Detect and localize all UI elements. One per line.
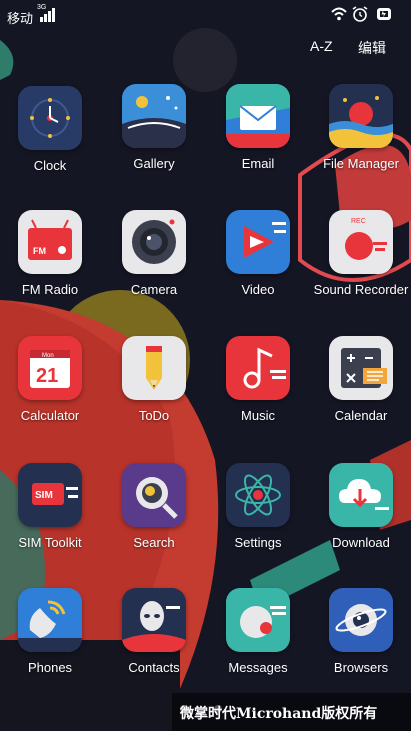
sim-toolkit-icon: SIM	[18, 463, 82, 527]
calendar-icon	[329, 336, 393, 400]
app-label: Messages	[228, 660, 288, 675]
app-sim-toolkit[interactable]: SIM SIM Toolkit	[0, 463, 100, 573]
app-label: Video	[241, 282, 275, 297]
download-icon	[329, 463, 393, 527]
file-manager-icon	[329, 84, 393, 148]
app-clock[interactable]: Clock	[0, 86, 100, 196]
fm-icon-text: FM	[33, 246, 46, 256]
app-label: Contacts	[128, 660, 180, 675]
app-label: Sound Recorder	[313, 282, 409, 297]
app-video[interactable]: Video	[208, 210, 308, 320]
signal-icon: 3G	[37, 4, 55, 22]
app-label: Settings	[234, 535, 282, 550]
app-label: Gallery	[133, 156, 175, 171]
app-file-manager[interactable]: File Manager	[311, 84, 411, 194]
calendar-day-text: 21	[36, 365, 58, 387]
clock-icon	[18, 86, 82, 150]
app-label: Search	[133, 535, 175, 550]
music-icon	[226, 336, 290, 400]
app-calculator[interactable]: Mon 21 Calculator	[0, 336, 100, 446]
app-label: Camera	[130, 282, 178, 297]
settings-icon	[226, 463, 290, 527]
app-label: Music	[241, 408, 275, 423]
app-contacts[interactable]: Contacts	[104, 588, 204, 698]
app-fm-radio[interactable]: FM FM Radio	[0, 210, 100, 320]
app-label: ToDo	[138, 408, 170, 423]
app-camera[interactable]: Camera	[104, 210, 204, 320]
watermark: 微掌时代Microhand版权所有	[172, 693, 411, 731]
gallery-icon	[122, 84, 186, 148]
calendar-month-text: Mon	[42, 353, 54, 359]
network-type: 3G	[37, 4, 47, 11]
app-settings[interactable]: Settings	[208, 463, 308, 573]
app-label: Browsers	[333, 660, 389, 675]
rec-icon-text: REC	[351, 218, 366, 225]
app-messages[interactable]: Messages	[208, 588, 308, 698]
wifi-icon	[331, 7, 347, 21]
todo-icon	[122, 336, 186, 400]
app-sound-recorder[interactable]: REC Sound Recorder	[311, 210, 411, 320]
app-todo[interactable]: ToDo	[104, 336, 204, 446]
fm-radio-icon: FM	[18, 210, 82, 274]
search-icon	[122, 463, 186, 527]
camera-icon	[122, 210, 186, 274]
alarm-icon	[352, 6, 368, 22]
video-icon	[226, 210, 290, 274]
email-icon	[226, 84, 290, 148]
sim-icon-text: SIM	[35, 490, 53, 501]
app-label: Calendar	[334, 408, 388, 423]
app-gallery[interactable]: Gallery	[104, 84, 204, 194]
calculator-icon: Mon 21	[18, 336, 82, 400]
sound-recorder-icon: REC	[329, 210, 393, 274]
status-bar: 移动 3G	[0, 0, 411, 30]
app-music[interactable]: Music	[208, 336, 308, 446]
app-label: Download	[332, 535, 390, 550]
app-search[interactable]: Search	[104, 463, 204, 573]
app-download[interactable]: Download	[311, 463, 411, 573]
app-email[interactable]: Email	[208, 84, 308, 194]
browsers-icon	[329, 588, 393, 652]
edit-button[interactable]: 编辑	[358, 38, 386, 58]
contacts-icon	[122, 588, 186, 652]
sort-az-button[interactable]: A-Z	[310, 38, 333, 54]
battery-icon	[377, 8, 391, 20]
messages-icon	[226, 588, 290, 652]
watermark-text: 微掌时代Microhand版权所有	[180, 706, 378, 722]
app-label: Email	[241, 156, 275, 171]
carrier-name: 移动	[7, 11, 34, 26]
app-phones[interactable]: Phones	[0, 588, 100, 698]
app-label: File Manager	[323, 156, 399, 171]
app-calendar[interactable]: Calendar	[311, 336, 411, 446]
app-browsers[interactable]: Browsers	[311, 588, 411, 698]
phones-icon	[18, 588, 82, 652]
